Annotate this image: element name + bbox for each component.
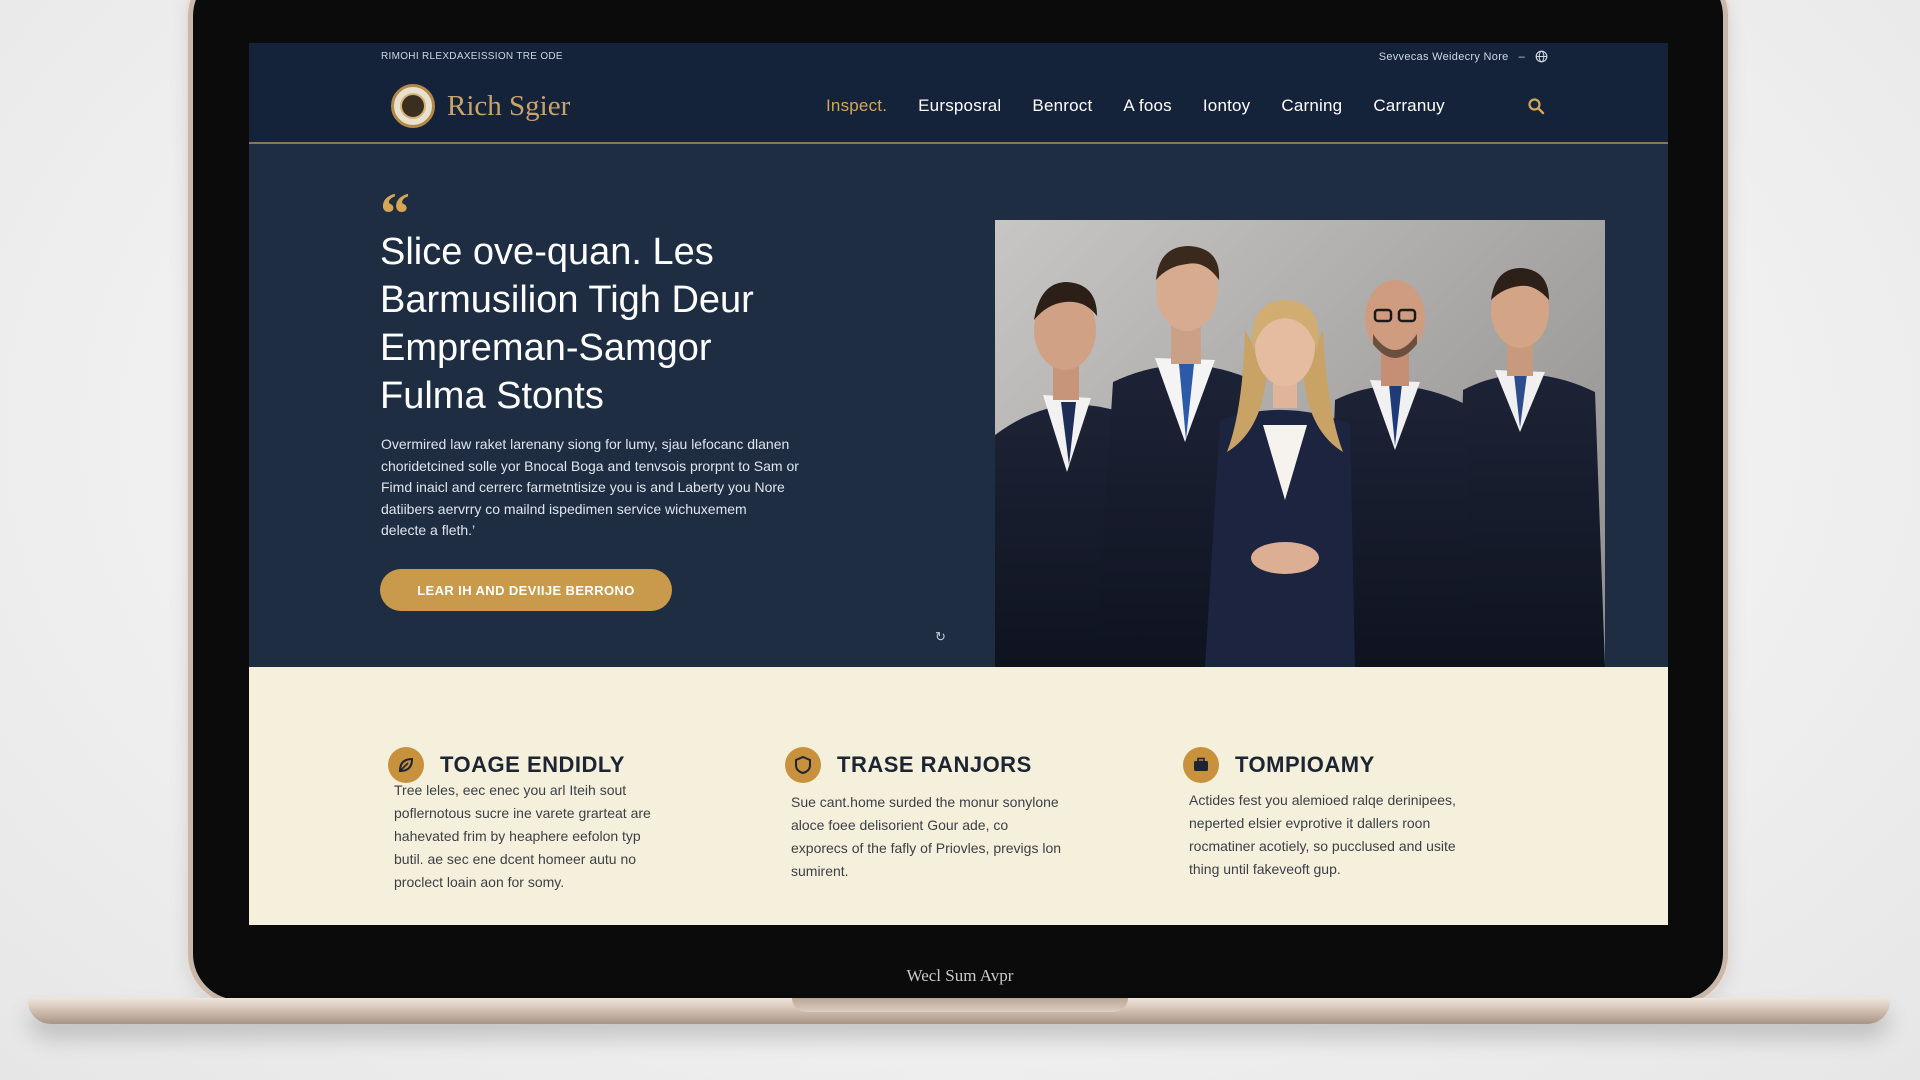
feature-body-line: butil. ae sec ene dcent homeer autu no bbox=[394, 851, 637, 867]
nav-item-eursposral[interactable]: Eursposral bbox=[918, 96, 1001, 116]
feature-body-line: rocmatiner acotiely, so pucclused and us… bbox=[1189, 838, 1456, 854]
feature-card: TOMPIOAMY Actides fest you alemioed ralq… bbox=[1183, 747, 1513, 881]
hero-title-line: Barmusilion Tigh Deur bbox=[380, 279, 754, 321]
hero-body-line: Overmired law raket larenany siong for l… bbox=[381, 436, 790, 452]
hero-title-line: Fulma Stonts bbox=[380, 375, 604, 417]
leaf-icon bbox=[388, 747, 424, 783]
globe-icon[interactable] bbox=[1535, 50, 1548, 63]
feature-title: TRASE RANJORS bbox=[837, 752, 1032, 777]
briefcase-icon bbox=[1183, 747, 1219, 783]
topbar-links[interactable]: Sevvecas Weidecry Nore bbox=[1379, 51, 1509, 63]
brand-name: Rich Sgier bbox=[447, 89, 571, 122]
nav-item-carranuy[interactable]: Carranuy bbox=[1373, 96, 1445, 116]
dash-separator: – bbox=[1518, 50, 1525, 63]
hero-body: Overmired law raket larenany siong for l… bbox=[381, 434, 821, 542]
main-navbar: Rich Sgier Inspect. Eursposral Benroct A… bbox=[249, 70, 1668, 144]
nav-item-iontoy[interactable]: Iontoy bbox=[1203, 96, 1251, 116]
feature-title: TOMPIOAMY bbox=[1235, 752, 1375, 777]
feature-body: Tree leles, eec enec you arl Iteih sout … bbox=[394, 779, 718, 894]
nav-item-a-foos[interactable]: A foos bbox=[1123, 96, 1171, 116]
feature-body: Actides fest you alemioed ralqe derinipe… bbox=[1189, 789, 1513, 881]
hero-body-line: choridetcined solle yor Bnocal Boga and … bbox=[381, 457, 799, 474]
hero-title: Slice ove-quan. Les Barmusilion Tigh Deu… bbox=[380, 228, 880, 420]
nav-item-benroct[interactable]: Benroct bbox=[1032, 96, 1092, 116]
browser-viewport: RIMOHI RLEXDAXEISSION TRE ODE Sevvecas W… bbox=[249, 43, 1668, 925]
hero-title-line: Empreman-Samgor bbox=[380, 327, 712, 369]
hero-body-line: delecte a fleth.’ bbox=[381, 522, 476, 538]
primary-nav: Inspect. Eursposral Benroct A foos Ionto… bbox=[826, 96, 1476, 116]
brand-logo[interactable]: Rich Sgier bbox=[391, 84, 570, 128]
cta-button[interactable]: LEAR IH AND DEVIIJE BERRONO bbox=[380, 569, 672, 611]
feature-body-line: sumirent. bbox=[791, 863, 849, 879]
feature-body-line: aloce foee delisorient Gour ade, co bbox=[791, 817, 1009, 833]
team-photo-illustration bbox=[995, 246, 1605, 667]
feature-card: TOAGE ENDIDLY Tree leles, eec enec you a… bbox=[388, 747, 718, 894]
feature-body-line: poflernotous sucre ine varete grarteat a… bbox=[394, 805, 651, 821]
utility-topbar: RIMOHI RLEXDAXEISSION TRE ODE Sevvecas W… bbox=[249, 43, 1668, 70]
topbar-tagline: RIMOHI RLEXDAXEISSION TRE ODE bbox=[381, 51, 563, 62]
search-icon[interactable] bbox=[1527, 97, 1545, 115]
crest-icon bbox=[391, 84, 435, 128]
feature-body-line: Sue cant.home surded the monur sonylone bbox=[791, 794, 1059, 810]
feature-card: TRASE RANJORS Sue cant.home surded the m… bbox=[785, 747, 1115, 883]
features-section: TOAGE ENDIDLY Tree leles, eec enec you a… bbox=[249, 667, 1668, 925]
hero-section: “ Slice ove-quan. Les Barmusilion Tigh D… bbox=[249, 144, 1668, 667]
team-photo bbox=[995, 220, 1605, 667]
feature-body-line: Actides fest you alemioed ralqe derinipe… bbox=[1189, 792, 1456, 808]
nav-item-inspect[interactable]: Inspect. bbox=[826, 96, 887, 116]
shield-icon bbox=[785, 747, 821, 783]
hero-title-line: Slice ove-quan. Les bbox=[380, 231, 714, 273]
feature-body-line: neperted elsier evprotive it dallers roo… bbox=[1189, 815, 1431, 831]
hero-body-line: Fimd inaicl and cerrerc farmetntisize yo… bbox=[381, 479, 785, 495]
hero-body-line: datiibers aervrry co mailnd ispedimen se… bbox=[381, 500, 747, 517]
nav-item-carning[interactable]: Carning bbox=[1281, 96, 1342, 116]
feature-body-line: thing until fakeveoft gup. bbox=[1189, 861, 1341, 877]
feature-body-line: proclect loain aon for somy. bbox=[394, 874, 565, 890]
feature-body: Sue cant.home surded the monur sonylone … bbox=[791, 791, 1115, 883]
carousel-indicator-icon[interactable]: ↻ bbox=[935, 629, 946, 645]
feature-body-line: Tree leles, eec enec you arl Iteih sout bbox=[394, 782, 627, 798]
laptop-hinge-notch bbox=[792, 998, 1128, 1012]
laptop-chin-label: Wecl Sum Avpr bbox=[906, 966, 1014, 985]
feature-body-line: hahevated frim by heaphere eefolon typ bbox=[394, 828, 641, 844]
feature-title: TOAGE ENDIDLY bbox=[440, 752, 625, 777]
feature-body-line: exporecs of the fafly of Priovles, previ… bbox=[791, 840, 1062, 856]
